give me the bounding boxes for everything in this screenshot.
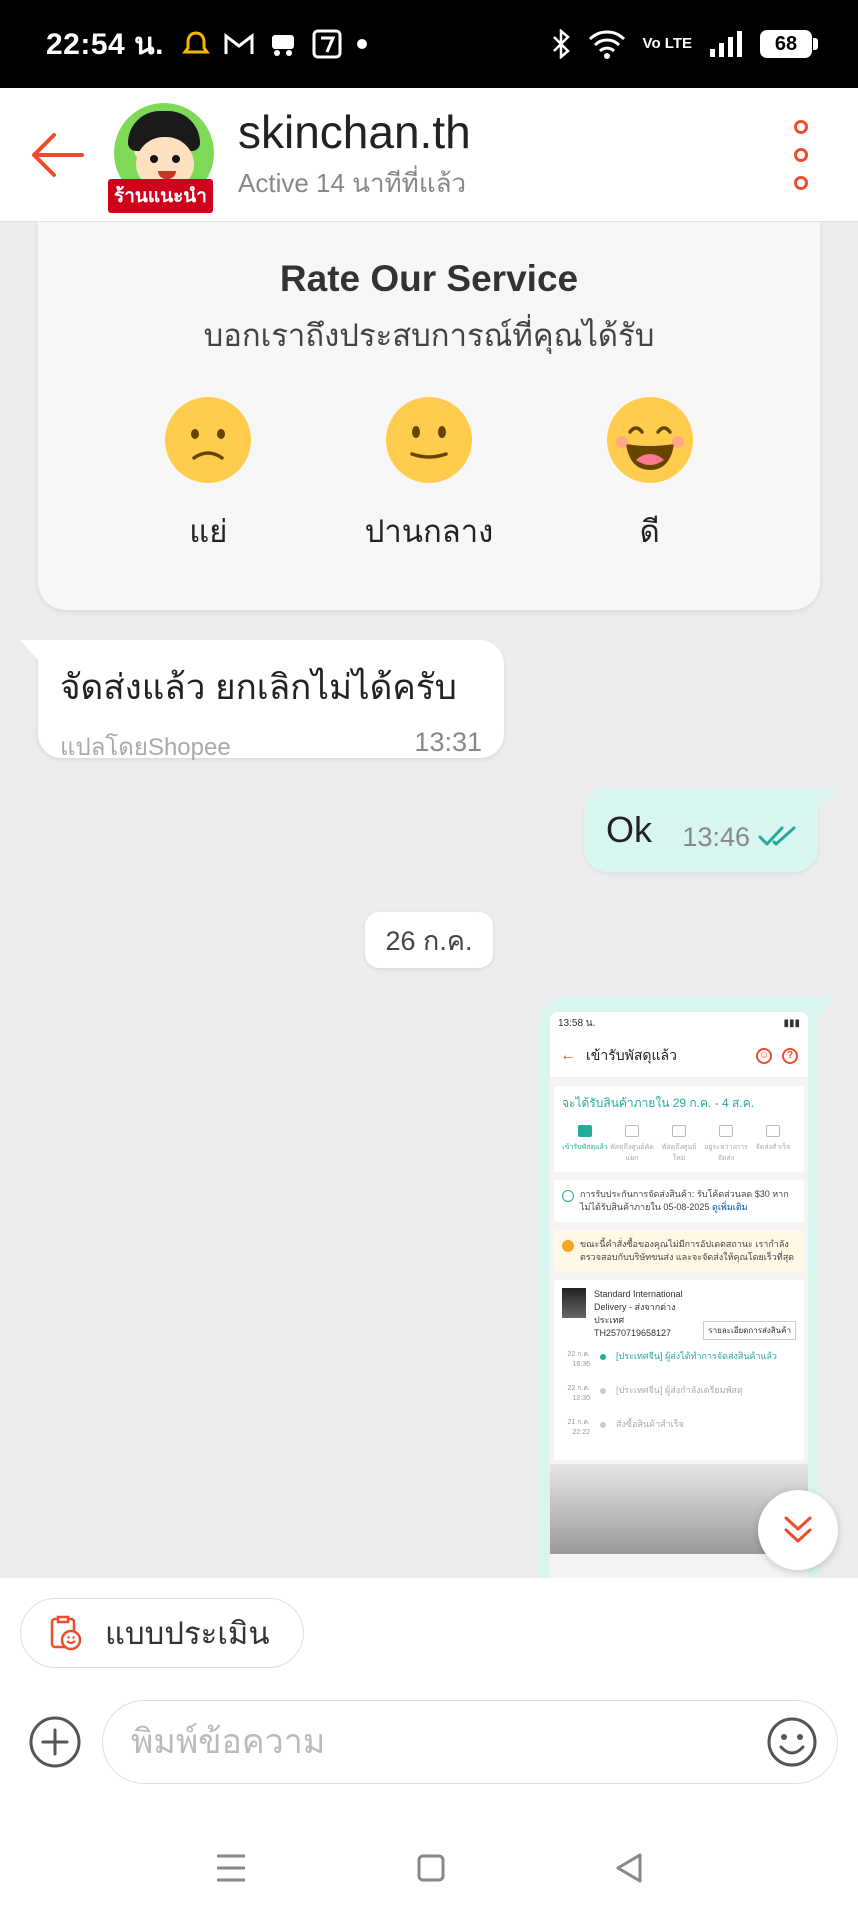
add-attachment-button[interactable] — [28, 1715, 82, 1769]
help-icon: ? — [782, 1047, 798, 1064]
date-separator: 26 ก.ค. — [365, 912, 493, 968]
image-message[interactable]: 13:58 น. ▮▮▮ ← เข้ารับพัสดุแล้ว ☺ ? จะได… — [540, 998, 836, 1578]
arrow-left-icon: ← — [560, 1046, 576, 1064]
message-time: 13:46 — [682, 821, 750, 852]
bell-notification-icon — [181, 30, 210, 58]
scroll-to-bottom-button[interactable] — [758, 1490, 838, 1570]
incoming-message[interactable]: จัดส่งแล้ว ยกเลิกไม่ได้ครับ แปลโดยShopee… — [20, 640, 504, 761]
system-nav-bar — [0, 1828, 858, 1907]
rate-title: Rate Our Service — [279, 258, 579, 299]
more-vertical-icon — [794, 119, 808, 134]
volte-icon: Vo LTE — [642, 35, 692, 52]
screenshot-step: พัสดุถึงศูนย์ใหม่ — [656, 1125, 702, 1164]
system-icons: Vo LTE 68 — [551, 29, 818, 59]
screenshot-step: เข้ารับพัสดุแล้ว — [562, 1125, 608, 1164]
header-text[interactable]: skinchan.th Active 14 นาทีที่แล้ว — [238, 105, 471, 204]
screenshot-timeline: 22 ก.ค. 16:36 [ประเทศจีน] ผู้ส่งได้ทำการจ… — [567, 1351, 777, 1436]
bottom-area: แบบประเมิน — [0, 1578, 858, 1907]
chat-header: ร้านแนะนำ skinchan.th Active 14 นาทีที่แ… — [0, 88, 858, 222]
dot-icon — [356, 38, 368, 50]
screenshot-status-icons: ▮▮▮ — [783, 1017, 800, 1029]
gmail-icon — [224, 32, 254, 56]
battery-indicator: 68 — [760, 30, 818, 58]
message-text: Ok — [606, 809, 653, 850]
home-icon[interactable] — [416, 1853, 446, 1883]
rate-label-good: ดี — [639, 514, 660, 549]
screenshot-track-button: รายละเอียดการส่งสินค้า — [703, 1321, 796, 1340]
shared-screenshot: 13:58 น. ▮▮▮ ← เข้ารับพัสดุแล้ว ☺ ? จะได… — [550, 1012, 808, 1578]
shop-name: skinchan.th — [238, 106, 471, 158]
signal-icon — [708, 29, 744, 59]
back-button[interactable] — [28, 125, 88, 185]
message-text: จัดส่งแล้ว ยกเลิกไม่ได้ครับ — [60, 668, 457, 707]
product-thumbnail — [562, 1288, 586, 1318]
sad-face-icon — [165, 397, 252, 483]
status-bar: 22:54 น. Vo LTE 68 — [0, 0, 858, 88]
screenshot-eta: จะได้รับสินค้าภายใน 29 ก.ค. - 4 ส.ค. — [562, 1096, 755, 1110]
arrow-left-icon — [32, 132, 84, 177]
rate-subtitle: บอกเราถึงประสบการณ์ที่คุณได้รับ — [203, 318, 655, 353]
message-input[interactable] — [131, 1722, 765, 1762]
back-triangle-icon[interactable] — [614, 1852, 644, 1884]
message-time: 13:31 — [414, 727, 482, 757]
screenshot-step: อยู่ระหว่างการจัดส่ง — [703, 1125, 749, 1164]
menu-icon[interactable] — [214, 1852, 248, 1884]
support-icon: ☺ — [756, 1047, 772, 1064]
emoji-icon[interactable] — [765, 1715, 819, 1769]
survey-quick-reply[interactable]: แบบประเมิน — [20, 1598, 304, 1668]
double-check-icon — [758, 826, 796, 846]
more-options-button[interactable] — [786, 119, 816, 190]
message-input-wrapper — [102, 1700, 838, 1784]
screenshot-status-bar: 13:58 น. ▮▮▮ — [550, 1012, 808, 1034]
screenshot-step: จัดส่งสำเร็จ — [750, 1125, 796, 1164]
screenshot-eta-card: จะได้รับสินค้าภายใน 29 ก.ค. - 4 ส.ค. เข้… — [554, 1086, 804, 1172]
screenshot-warning: ขณะนี้คำสั่งซื้อของคุณไม่มีการอัปเดตสถาน… — [554, 1230, 804, 1272]
screenshot-status-time: 13:58 น. — [558, 1017, 596, 1029]
rate-label-neutral: ปานกลาง — [364, 514, 494, 549]
rate-label-bad: แย่ — [189, 514, 228, 549]
status-time: 22:54 น. — [46, 27, 164, 61]
rate-option-good[interactable]: ดี — [560, 396, 740, 556]
screenshot-steps: เข้ารับพัสดุแล้ว พัสดุถึงศูนย์คัดแยก พัส… — [562, 1125, 796, 1164]
outgoing-message[interactable]: Ok 13:46 — [584, 788, 836, 872]
neutral-face-icon — [385, 397, 472, 483]
survey-icon — [50, 1615, 82, 1651]
notification-icons — [181, 29, 368, 59]
clock-icon — [562, 1190, 574, 1202]
rate-service-card: Rate Our Service บอกเราถึงประสบการณ์ที่ค… — [38, 222, 820, 610]
rate-options: แย่ ปานกลาง ดี — [38, 396, 820, 556]
screenshot-step: พัสดุถึงศูนย์คัดแยก — [609, 1125, 655, 1164]
screenshot-header: ← เข้ารับพัสดุแล้ว ☺ ? — [550, 1034, 808, 1078]
message-meta: แปลโดยShopee 13:31 — [60, 727, 482, 766]
train-icon — [268, 31, 298, 57]
screenshot-guarantee: การรับประกันการจัดส่งสินค้า: รับโค้ดส่วน… — [554, 1180, 804, 1222]
translated-by-label: แปลโดยShopee — [60, 734, 231, 761]
survey-label: แบบประเมิน — [105, 1616, 270, 1651]
warning-icon — [562, 1240, 574, 1252]
bluetooth-icon — [551, 29, 571, 59]
screenshot-delivery-card: Standard International Delivery - ส่งจาก… — [554, 1280, 804, 1460]
rate-option-neutral[interactable]: ปานกลาง — [339, 396, 519, 556]
rate-option-bad[interactable]: แย่ — [118, 396, 298, 556]
double-chevron-down-icon — [784, 1516, 812, 1543]
active-status: Active 14 นาทีที่แล้ว — [238, 168, 467, 198]
screenshot-title: เข้ารับพัสดุแล้ว — [586, 1046, 677, 1063]
seven-eleven-icon — [312, 29, 342, 59]
composer — [0, 1698, 858, 1786]
chat-area[interactable]: Rate Our Service บอกเราถึงประสบการณ์ที่ค… — [0, 222, 858, 1578]
shop-avatar[interactable]: ร้านแนะนำ — [108, 102, 218, 213]
wifi-icon — [587, 29, 627, 59]
happy-face-icon — [606, 397, 693, 483]
preferred-shop-badge: ร้านแนะนำ — [108, 178, 213, 213]
